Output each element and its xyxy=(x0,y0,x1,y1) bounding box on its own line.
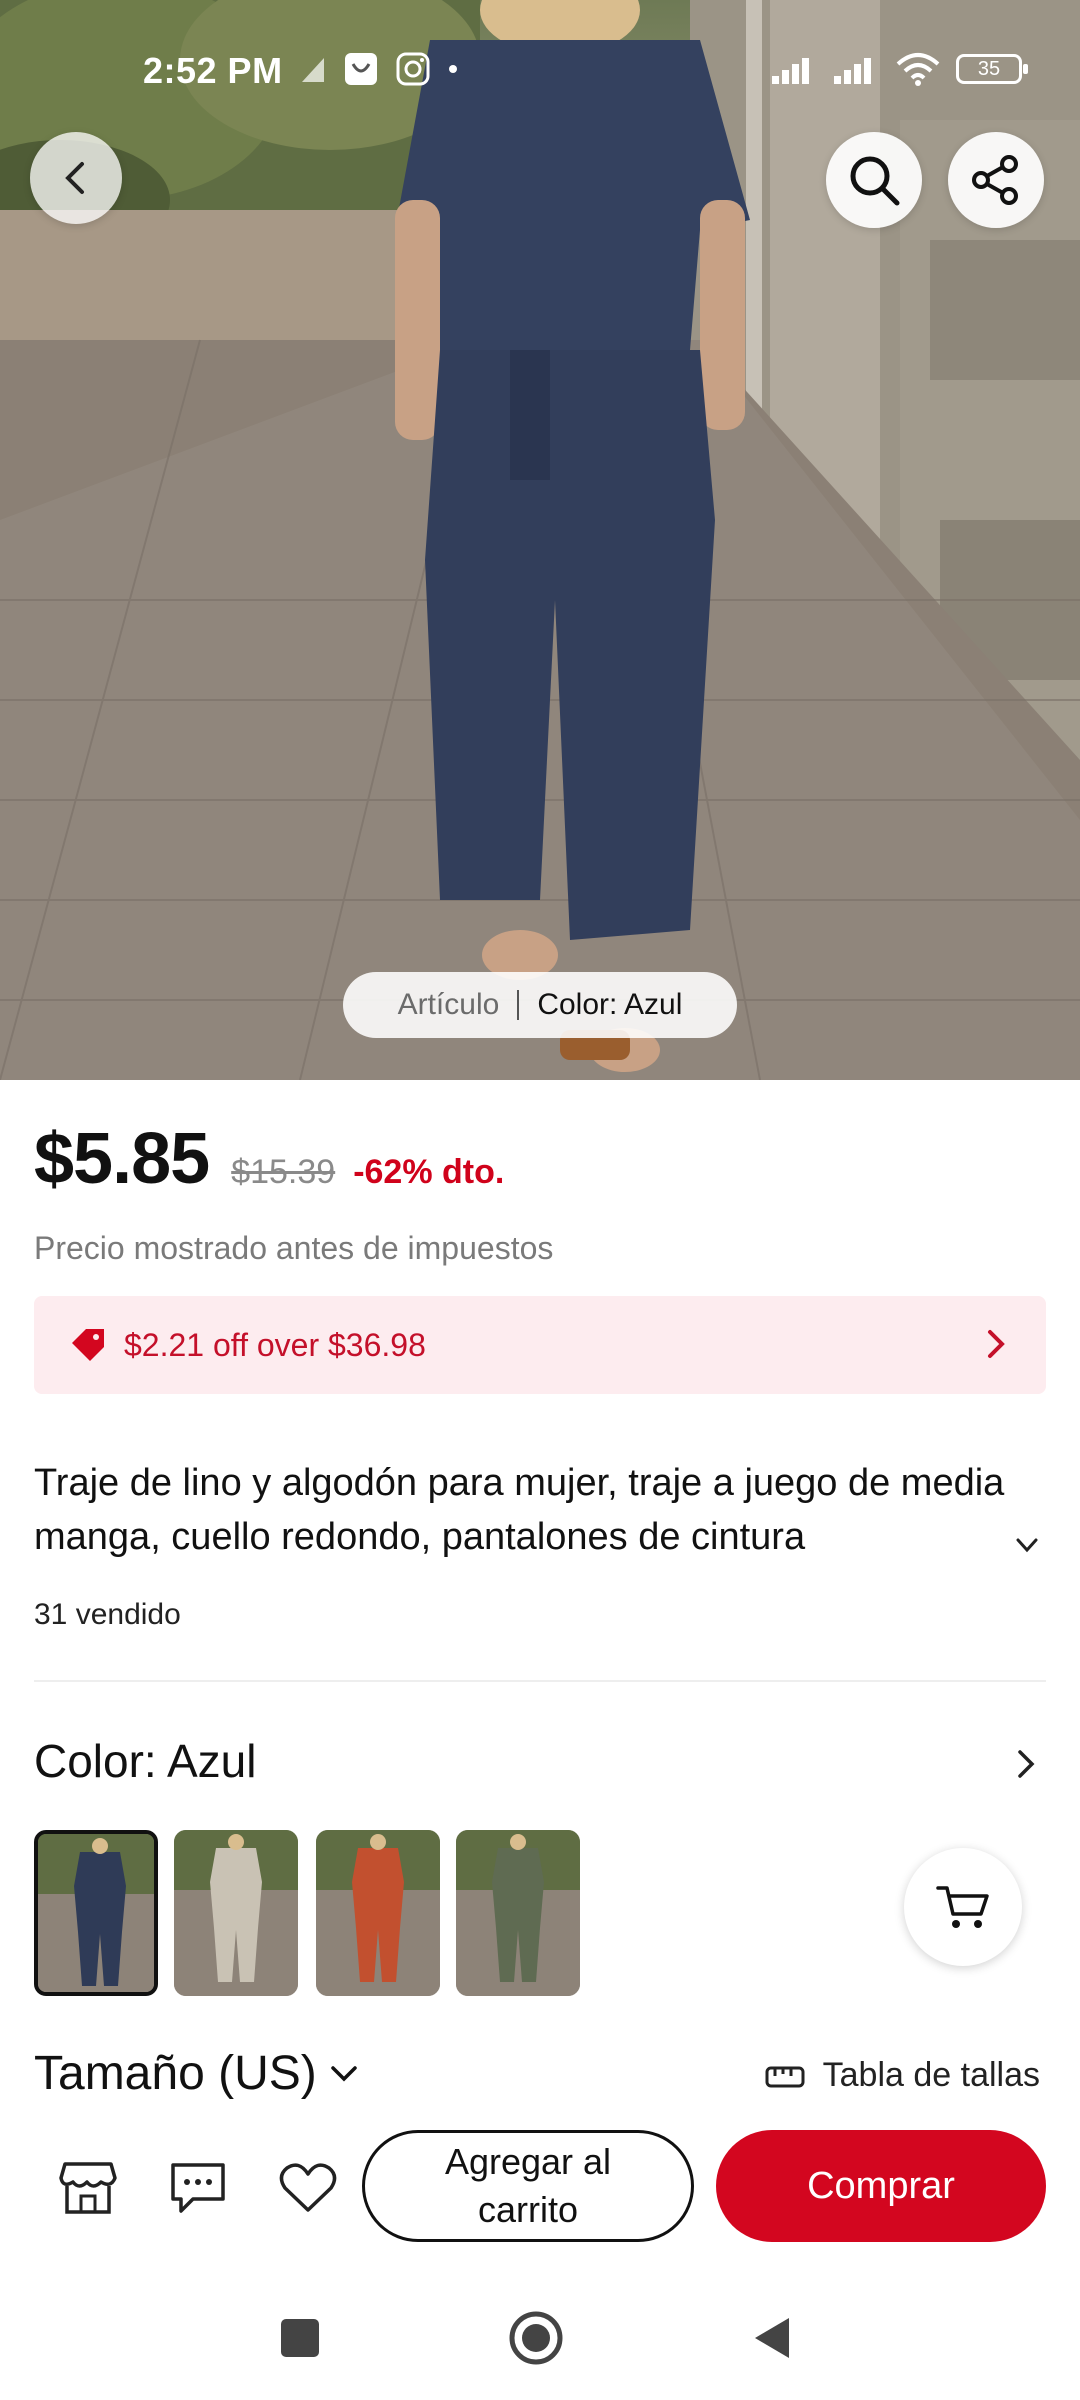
share-icon xyxy=(972,155,1018,205)
system-back-button[interactable] xyxy=(742,2308,802,2368)
battery-level: 35 xyxy=(977,57,1001,80)
price-tag-icon xyxy=(72,1329,104,1361)
signal-small-icon xyxy=(302,58,324,82)
cell-signal-icon xyxy=(772,58,809,84)
color-label[interactable]: Color: Azul xyxy=(34,1734,256,1788)
size-chart-link[interactable]: Tabla de tallas xyxy=(765,2056,1040,2095)
product-image[interactable]: 2:52 PM 35 Artículo Color: Azul xyxy=(0,0,1080,1080)
chevron-right-icon[interactable] xyxy=(1014,1748,1038,1780)
pill-separator xyxy=(517,990,520,1020)
wishlist-button[interactable] xyxy=(276,2156,340,2220)
size-selector[interactable]: Tamaño (US) xyxy=(34,2046,359,2101)
status-system-icons: 35 xyxy=(772,52,1028,86)
color-swatch-navy[interactable] xyxy=(34,1830,158,1996)
status-time: 2:52 PM xyxy=(143,50,283,91)
triangle-back-icon xyxy=(755,2318,789,2358)
ruler-icon xyxy=(765,2066,805,2087)
coupon-banner[interactable]: $2.21 off over $36.98 xyxy=(34,1296,1046,1394)
home-button[interactable] xyxy=(506,2308,566,2368)
swatch-image xyxy=(456,1830,580,1996)
size-label[interactable]: Tamaño (US) xyxy=(34,2046,317,2101)
coupon-text: $2.21 off over $36.98 xyxy=(124,1326,426,1363)
size-chart-label[interactable]: Tabla de tallas xyxy=(823,2056,1040,2095)
chevron-left-icon xyxy=(65,162,84,194)
wifi-icon xyxy=(896,53,940,86)
product-title[interactable]: Traje de lino y algodón para mujer, traj… xyxy=(34,1456,1024,1564)
buy-now-button[interactable]: Comprar xyxy=(716,2130,1046,2242)
square-icon xyxy=(281,2319,319,2357)
product-page: 2:52 PM 35 Artículo Color: Azul $5.85 $1… xyxy=(0,0,1080,2400)
swatch-image xyxy=(174,1830,298,1996)
floating-cart-button[interactable] xyxy=(904,1848,1022,1966)
search-button[interactable] xyxy=(826,132,922,228)
home-circle-icon xyxy=(509,2311,563,2365)
swatch-image xyxy=(316,1830,440,1996)
color-swatch-beige[interactable] xyxy=(174,1830,298,1996)
image-info-pill[interactable]: Artículo Color: Azul xyxy=(343,972,737,1038)
cart-icon xyxy=(936,1886,989,1928)
chevron-down-icon[interactable] xyxy=(1012,1534,1042,1558)
pill-color-label[interactable]: Color: Azul xyxy=(537,988,682,1022)
app-notification-icon xyxy=(345,53,377,85)
status-bar: 2:52 PM 35 xyxy=(0,0,1080,120)
price-row: $5.85 $15.39 -62% dto. xyxy=(34,1118,504,1200)
tax-note: Precio mostrado antes de impuestos xyxy=(34,1230,554,1266)
chat-button[interactable] xyxy=(166,2156,230,2220)
original-price: $15.39 xyxy=(231,1153,336,1191)
current-price: $5.85 xyxy=(34,1119,210,1199)
instagram-icon xyxy=(396,52,430,86)
back-button[interactable] xyxy=(30,132,122,224)
dot-icon xyxy=(449,65,457,73)
share-button[interactable] xyxy=(948,132,1044,228)
sold-count: 31 vendido xyxy=(34,1598,181,1631)
heart-icon xyxy=(279,2163,337,2212)
divider xyxy=(34,1680,1046,1682)
recents-button[interactable] xyxy=(270,2308,330,2368)
chat-icon xyxy=(171,2163,225,2213)
color-swatch-rust[interactable] xyxy=(316,1830,440,1996)
store-button[interactable] xyxy=(56,2156,120,2220)
cell-signal-2-icon xyxy=(834,58,871,84)
add-to-cart-button[interactable]: Agregar al carrito xyxy=(362,2130,694,2242)
color-swatch-olive[interactable] xyxy=(456,1830,580,1996)
status-notification-icons xyxy=(300,52,458,86)
store-icon xyxy=(59,2162,117,2214)
pill-article-label[interactable]: Artículo xyxy=(398,988,500,1022)
chevron-right-icon xyxy=(988,1330,1005,1358)
search-icon xyxy=(850,156,900,206)
discount-badge: -62% dto. xyxy=(353,1153,505,1191)
swatch-image xyxy=(38,1834,154,1992)
chevron-down-icon xyxy=(331,2065,357,2081)
battery-icon: 35 xyxy=(956,54,1028,84)
